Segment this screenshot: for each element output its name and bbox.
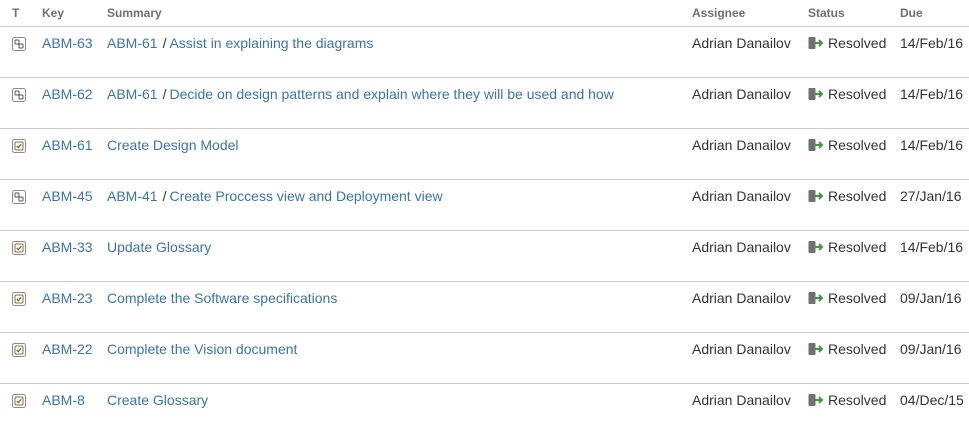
subtask-icon: [12, 88, 26, 102]
parent-separator: /: [162, 35, 167, 51]
table-row[interactable]: ABM-33 Update Glossary Adrian Danailov Reso…: [0, 231, 969, 282]
summary-link[interactable]: Create Glossary: [107, 392, 208, 408]
status-cell: Resolved: [808, 239, 886, 255]
status-label: Resolved: [828, 239, 887, 255]
summary-cell: Update Glossary: [107, 239, 211, 255]
column-header-key[interactable]: Key: [42, 6, 64, 20]
status-cell: Resolved: [808, 35, 886, 51]
table-header: T Key Summary Assignee Status Due: [0, 0, 969, 27]
parent-issue-link[interactable]: ABM-61: [107, 86, 158, 102]
status-cell: Resolved: [808, 290, 886, 306]
task-icon: [12, 343, 26, 357]
status-label: Resolved: [828, 86, 887, 102]
resolved-status-icon: [808, 290, 824, 306]
table-row[interactable]: ABM-22 Complete the Vision document Adrian…: [0, 333, 969, 384]
due-date-cell: 14/Feb/16: [900, 35, 964, 51]
due-date-cell: 09/Jan/16: [900, 341, 962, 357]
status-label: Resolved: [828, 35, 887, 51]
task-icon: [12, 394, 26, 408]
summary-link[interactable]: Assist in explaining the diagrams: [169, 35, 373, 51]
assignee-cell: Adrian Danailov: [692, 137, 791, 153]
resolved-status-icon: [808, 239, 824, 255]
status-cell: Resolved: [808, 86, 886, 102]
summary-cell: ABM-41/Create Proccess view and Deployme…: [107, 188, 443, 204]
resolved-status-icon: [808, 188, 824, 204]
resolved-status-icon: [808, 392, 824, 408]
summary-cell: Complete the Software specifications: [107, 290, 337, 306]
assignee-cell: Adrian Danailov: [692, 341, 791, 357]
issue-key-link[interactable]: ABM-22: [42, 341, 93, 357]
due-date-cell: 14/Feb/16: [900, 239, 964, 255]
status-label: Resolved: [828, 392, 887, 408]
column-header-summary[interactable]: Summary: [107, 6, 162, 20]
status-label: Resolved: [828, 137, 887, 153]
table-row[interactable]: ABM-62 ABM-61/Decide on design patterns a…: [0, 78, 969, 129]
parent-issue-link[interactable]: ABM-61: [107, 35, 158, 51]
table-row[interactable]: ABM-61 Create Design Model Adrian Danailov…: [0, 129, 969, 180]
task-icon: [12, 292, 26, 306]
issue-key-link[interactable]: ABM-62: [42, 86, 93, 102]
parent-separator: /: [162, 188, 167, 204]
status-label: Resolved: [828, 341, 887, 357]
due-date-cell: 04/Dec/15: [900, 392, 964, 408]
resolved-status-icon: [808, 86, 824, 102]
issue-key-link[interactable]: ABM-33: [42, 239, 93, 255]
resolved-status-icon: [808, 137, 824, 153]
assignee-cell: Adrian Danailov: [692, 290, 791, 306]
status-cell: Resolved: [808, 392, 886, 408]
task-icon: [12, 139, 26, 153]
status-label: Resolved: [828, 188, 887, 204]
column-header-assignee[interactable]: Assignee: [692, 6, 745, 20]
column-header-type[interactable]: T: [12, 6, 19, 20]
issue-key-link[interactable]: ABM-45: [42, 188, 93, 204]
status-cell: Resolved: [808, 137, 886, 153]
table-row[interactable]: ABM-23 Complete the Software specificatio…: [0, 282, 969, 333]
summary-link[interactable]: Create Proccess view and Deployment view: [169, 188, 442, 204]
issue-key-link[interactable]: ABM-63: [42, 35, 93, 51]
table-row[interactable]: ABM-45 ABM-41/Create Proccess view and De…: [0, 180, 969, 231]
summary-cell: ABM-61/Decide on design patterns and exp…: [107, 86, 614, 102]
summary-cell: Create Glossary: [107, 392, 208, 408]
table-row[interactable]: ABM-8 Create Glossary Adrian Danailov Resol…: [0, 384, 969, 434]
issue-key-link[interactable]: ABM-8: [42, 392, 85, 408]
summary-link[interactable]: Decide on design patterns and explain wh…: [169, 86, 613, 102]
status-label: Resolved: [828, 290, 887, 306]
parent-issue-link[interactable]: ABM-41: [107, 188, 158, 204]
status-cell: Resolved: [808, 341, 886, 357]
summary-cell: Complete the Vision document: [107, 341, 297, 357]
issue-table: T Key Summary Assignee Status Due ABM-63…: [0, 0, 969, 434]
due-date-cell: 09/Jan/16: [900, 290, 962, 306]
parent-separator: /: [162, 86, 167, 102]
column-header-due[interactable]: Due: [900, 6, 923, 20]
due-date-cell: 27/Jan/16: [900, 188, 962, 204]
summary-link[interactable]: Complete the Software specifications: [107, 290, 337, 306]
resolved-status-icon: [808, 35, 824, 51]
assignee-cell: Adrian Danailov: [692, 35, 791, 51]
assignee-cell: Adrian Danailov: [692, 86, 791, 102]
status-cell: Resolved: [808, 188, 886, 204]
column-header-status[interactable]: Status: [808, 6, 845, 20]
table-row[interactable]: ABM-63 ABM-61/Assist in explaining the di…: [0, 27, 969, 78]
subtask-icon: [12, 190, 26, 204]
due-date-cell: 14/Feb/16: [900, 86, 964, 102]
task-icon: [12, 241, 26, 255]
summary-link[interactable]: Create Design Model: [107, 137, 239, 153]
due-date-cell: 14/Feb/16: [900, 137, 964, 153]
issue-key-link[interactable]: ABM-23: [42, 290, 93, 306]
table-body: ABM-63 ABM-61/Assist in explaining the di…: [0, 27, 969, 434]
summary-cell: Create Design Model: [107, 137, 239, 153]
assignee-cell: Adrian Danailov: [692, 188, 791, 204]
resolved-status-icon: [808, 341, 824, 357]
summary-cell: ABM-61/Assist in explaining the diagrams: [107, 35, 373, 51]
assignee-cell: Adrian Danailov: [692, 239, 791, 255]
subtask-icon: [12, 37, 26, 51]
summary-link[interactable]: Update Glossary: [107, 239, 211, 255]
assignee-cell: Adrian Danailov: [692, 392, 791, 408]
summary-link[interactable]: Complete the Vision document: [107, 341, 297, 357]
issue-key-link[interactable]: ABM-61: [42, 137, 93, 153]
